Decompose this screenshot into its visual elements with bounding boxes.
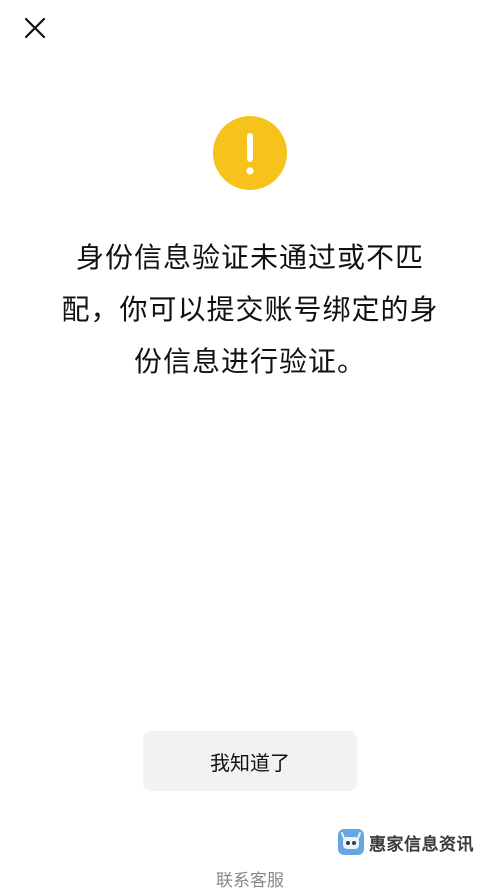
watermark: 惠家信息资讯	[338, 826, 474, 858]
alert-message-line: 份信息进行验证。	[133, 345, 366, 378]
alert-message: 身份信息验证未通过或不匹 配，你可以提交账号绑定的身 份信息进行验证。	[48, 232, 452, 388]
exclamation-warning-icon	[213, 116, 287, 190]
verification-failed-page: 身份信息验证未通过或不匹 配，你可以提交账号绑定的身 份信息进行验证。 我知道了…	[0, 0, 500, 892]
watermark-text: 惠家信息资讯	[369, 834, 474, 855]
alert-message-line: 配，你可以提交账号绑定的身	[61, 293, 439, 326]
close-icon	[24, 17, 46, 39]
watermark-logo-icon	[338, 829, 364, 855]
close-button[interactable]	[18, 11, 52, 45]
confirm-button[interactable]: 我知道了	[143, 731, 357, 791]
alert-message-line: 身份信息验证未通过或不匹	[75, 241, 424, 274]
contact-support-link[interactable]: 联系客服	[0, 866, 500, 891]
